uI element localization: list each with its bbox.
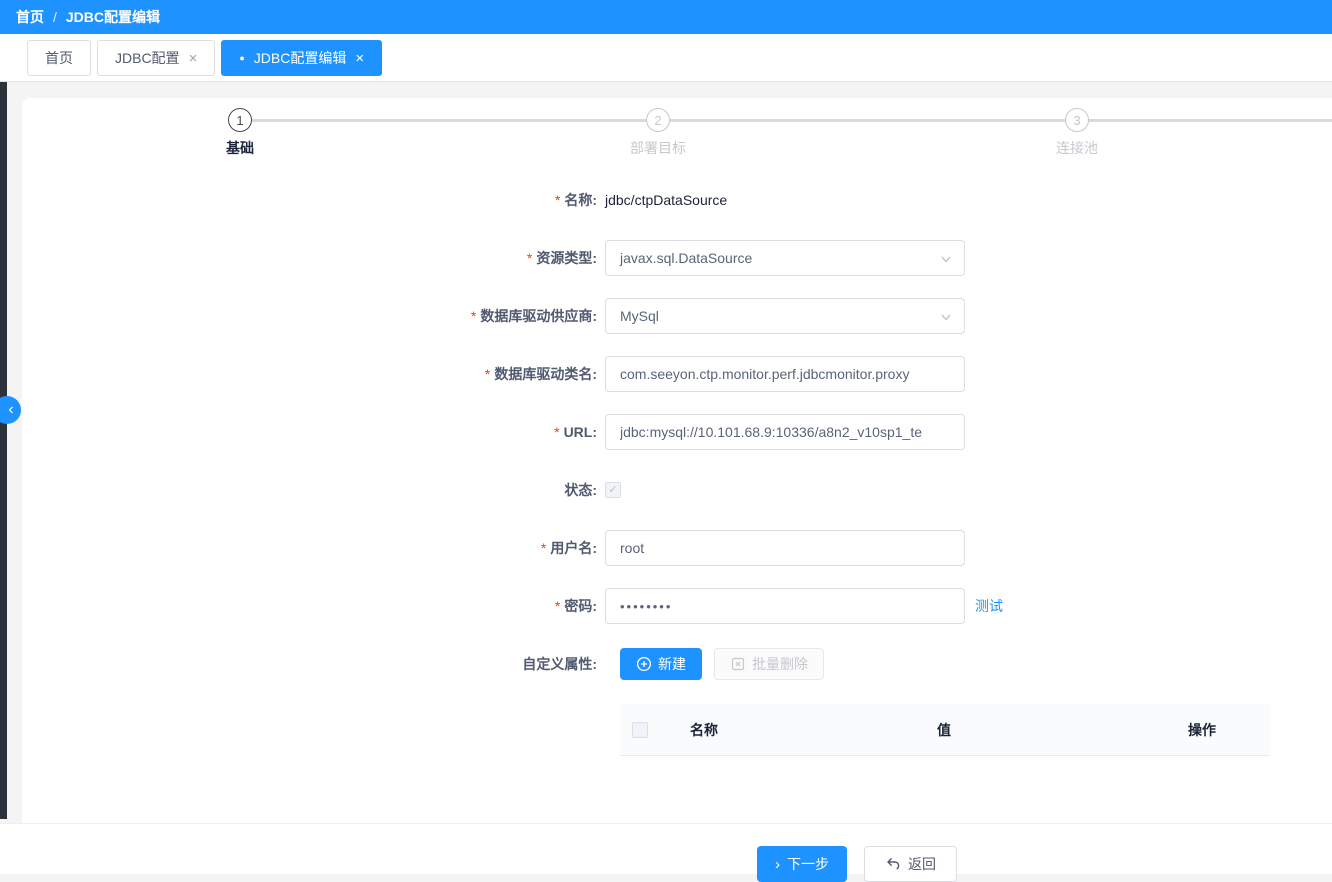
close-icon[interactable]: × — [189, 51, 198, 66]
username-input[interactable] — [605, 530, 965, 566]
custom-props-table: 名称 值 操作 — [620, 704, 1270, 756]
steps-connector-line — [232, 119, 1332, 122]
form-row-username: *用户名: — [22, 530, 1332, 566]
breadcrumb-home[interactable]: 首页 — [16, 7, 44, 27]
form-row-url: *URL: — [22, 414, 1332, 450]
active-dot-icon: ● — [239, 54, 244, 63]
form-row-driver-class: *数据库驱动类名: — [22, 356, 1332, 392]
main-content-card: 1 2 3 基础 部署目标 连接池 *名称: jdbc/ctpDataSourc… — [22, 98, 1332, 823]
name-label: *名称: — [22, 190, 597, 210]
tab-label: JDBC配置编辑 — [254, 48, 347, 68]
required-mark: * — [471, 308, 476, 324]
tab-bar: 首页 JDBC配置 × ● JDBC配置编辑 × — [0, 34, 1332, 82]
password-label: *密码: — [22, 596, 597, 616]
tab-home[interactable]: 首页 — [27, 40, 91, 76]
chevron-down-icon — [939, 252, 953, 266]
username-label: *用户名: — [22, 538, 597, 558]
resource-type-label: *资源类型: — [22, 248, 597, 268]
step-1-circle: 1 — [228, 108, 252, 132]
collapsed-sidebar-strip — [0, 34, 7, 819]
driver-class-input[interactable] — [605, 356, 965, 392]
tab-label: JDBC配置 — [115, 48, 180, 68]
form-row-resource-type: *资源类型: javax.sql.DataSource — [22, 240, 1332, 276]
resource-type-value: javax.sql.DataSource — [620, 250, 752, 266]
required-mark: * — [555, 598, 560, 614]
step-3-label: 连接池 — [1056, 138, 1098, 158]
top-header-bar: 首页 / JDBC配置编辑 — [0, 0, 1332, 34]
name-value: jdbc/ctpDataSource — [605, 192, 727, 208]
next-step-button[interactable]: › 下一步 — [757, 846, 847, 882]
batch-delete-icon — [730, 656, 746, 672]
required-mark: * — [555, 192, 560, 208]
wizard-steps: 1 2 3 基础 部署目标 连接池 — [22, 98, 1332, 182]
step-number: 3 — [1073, 113, 1080, 128]
db-vendor-label: *数据库驱动供应商: — [22, 306, 597, 326]
resource-type-select[interactable]: javax.sql.DataSource — [605, 240, 965, 276]
step-2-label: 部署目标 — [630, 138, 686, 158]
required-mark: * — [541, 540, 546, 556]
status-label: 状态: — [22, 480, 597, 500]
step-1-label: 基础 — [226, 138, 254, 158]
form-row-name: *名称: jdbc/ctpDataSource — [22, 182, 1332, 218]
password-input[interactable] — [605, 588, 965, 624]
close-icon[interactable]: × — [355, 51, 364, 66]
tab-jdbc-config-edit[interactable]: ● JDBC配置编辑 × — [221, 40, 382, 76]
custom-props-label: 自定义属性: — [22, 654, 597, 674]
undo-arrow-icon — [885, 856, 901, 872]
new-property-button[interactable]: 新建 — [620, 648, 702, 680]
required-mark: * — [485, 366, 490, 382]
form-row-status: 状态: ✓ — [22, 472, 1332, 508]
step-2-circle: 2 — [646, 108, 670, 132]
tab-label: 首页 — [45, 48, 73, 68]
tab-jdbc-config[interactable]: JDBC配置 × — [97, 40, 215, 76]
form-row-db-vendor: *数据库驱动供应商: MySql — [22, 298, 1332, 334]
column-header-value: 值 — [754, 720, 1134, 740]
sidebar-collapse-button[interactable]: ‹ — [0, 396, 21, 424]
step-number: 1 — [236, 113, 243, 128]
back-button[interactable]: 返回 — [864, 846, 957, 882]
step-number: 2 — [654, 113, 661, 128]
breadcrumb-separator: / — [53, 9, 57, 25]
form-row-custom-props: 自定义属性: 新建 批量删除 — [22, 646, 1332, 682]
batch-delete-button: 批量删除 — [714, 648, 824, 680]
db-vendor-select[interactable]: MySql — [605, 298, 965, 334]
status-checkbox: ✓ — [605, 482, 621, 498]
footer-action-bar: › 下一步 返回 — [0, 823, 1332, 874]
required-mark: * — [527, 250, 532, 266]
driver-class-label: *数据库驱动类名: — [22, 364, 597, 384]
column-header-name: 名称 — [664, 720, 754, 740]
url-label: *URL: — [22, 424, 597, 440]
form-row-password: *密码: 测试 — [22, 588, 1332, 624]
db-vendor-value: MySql — [620, 308, 659, 324]
chevron-right-icon: › — [775, 856, 780, 873]
test-connection-link[interactable]: 测试 — [975, 596, 1003, 616]
step-3-circle: 3 — [1065, 108, 1089, 132]
chevron-left-icon: ‹ — [8, 402, 13, 418]
chevron-down-icon — [939, 310, 953, 324]
select-all-checkbox[interactable] — [632, 722, 648, 738]
plus-circle-icon — [636, 656, 652, 672]
column-header-action: 操作 — [1134, 720, 1270, 740]
table-header-row: 名称 值 操作 — [620, 704, 1270, 756]
check-icon: ✓ — [608, 485, 617, 496]
breadcrumb-current: JDBC配置编辑 — [66, 7, 160, 27]
required-mark: * — [554, 424, 559, 440]
jdbc-form: *名称: jdbc/ctpDataSource *资源类型: javax.sql… — [22, 182, 1332, 682]
url-input[interactable] — [605, 414, 965, 450]
